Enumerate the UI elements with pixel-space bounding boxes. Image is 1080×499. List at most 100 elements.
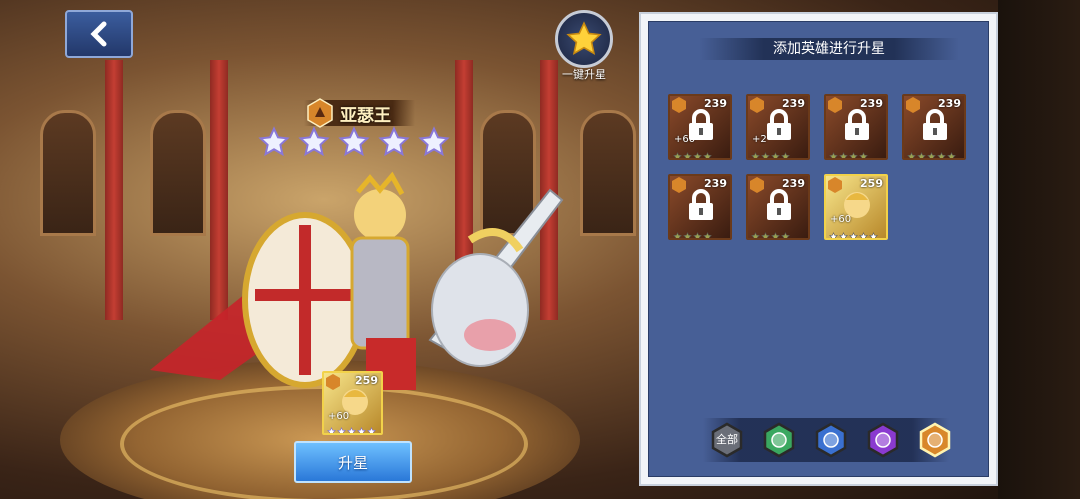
star-icon [683,232,692,238]
hero-tile: 259 +60 [824,174,888,240]
star-icon [703,152,712,158]
hero-card-tile: 259 +60 [322,371,383,435]
hero-star-icon [338,126,370,157]
star-icon [781,152,790,158]
star-icon [771,232,780,238]
selected-hero-card[interactable]: 259 +60 [322,371,383,435]
hero-material-slot[interactable]: 239 [824,94,888,160]
tile-star [693,146,702,158]
filter-all-label: 全部 [716,433,738,446]
hero-tile: 239 [668,174,732,240]
filter-fire-faction-button[interactable] [917,422,953,458]
hero-material-slot[interactable]: 239 +60 [668,94,732,160]
star-icon [781,232,790,238]
hero-material-slot[interactable]: 239 [902,94,966,160]
back-button[interactable] [65,10,133,58]
star-icon [859,152,868,158]
lock-icon [767,189,791,220]
tile-star [839,146,848,158]
tile-star [771,226,780,238]
hero-star-icon [298,126,330,157]
tile-star [907,146,916,158]
filter-water-faction-button[interactable] [813,422,849,458]
hero-tile-stars [829,226,883,238]
hero-card-stars [327,421,378,433]
tile-star [849,226,858,238]
tile-star [869,226,878,238]
water-faction-icon [815,422,847,458]
star-icon [703,232,712,238]
pillar [105,60,123,320]
hero-tile-stars [673,226,727,238]
lock-icon [923,109,947,140]
tile-star [937,146,946,158]
material-panel: 添加英雄进行升星 239 +60 239 +2 239 239 239 239 259 +60 全… [639,12,998,486]
hero-level: 259 [860,177,883,190]
star-icon [693,232,702,238]
tile-star [703,226,712,238]
card-star [347,421,356,433]
arch [40,110,96,236]
filter-all-button[interactable]: 全部 [709,422,745,458]
card-star [367,421,376,433]
star-icon [327,427,336,433]
hero-star-icon [378,126,410,157]
star-icon [947,152,956,158]
tile-star [683,226,692,238]
upgrade-star-button[interactable]: 升星 [294,441,412,483]
tile-star [781,226,790,238]
star-icon [849,232,858,238]
tile-star [673,226,682,238]
hero-tile-stars [673,146,727,158]
hero-material-slot[interactable]: 239 [668,174,732,240]
hero-star-icon [258,126,290,157]
star-icon [751,232,760,238]
hero-tile: 239 +2 [746,94,810,160]
one-key-upgrade-label: 一键升星 [562,68,606,81]
star-icon [357,427,366,433]
hero-tile: 239 [824,94,888,160]
hero-portrait [844,192,870,218]
dark-faction-icon [867,422,899,458]
tile-star [927,146,936,158]
fire-faction-icon [919,422,951,458]
card-star [327,421,336,433]
lock-icon [689,109,713,140]
lock-icon [845,109,869,140]
tile-star [829,226,838,238]
star-icon [829,232,838,238]
hero-tile-stars [751,146,805,158]
tile-star [849,146,858,158]
hero-material-slot[interactable]: 259 +60 [824,174,888,240]
hero-card-level: 259 [355,374,378,387]
tile-star [751,146,760,158]
fire-faction-icon [750,177,764,193]
hero-tile: 239 [902,94,966,160]
star-icon [927,152,936,158]
tile-star [761,146,770,158]
filter-nature-faction-button[interactable] [761,422,797,458]
card-star [357,421,366,433]
fire-faction-icon [672,97,686,113]
gold-star-icon [566,21,602,55]
star-icon [849,152,858,158]
hero-material-slot[interactable]: 239 [746,174,810,240]
star-icon [693,152,702,158]
fire-faction-icon [307,98,333,128]
one-key-upgrade-button[interactable]: 一键升星 [552,10,616,82]
star-icon [839,232,848,238]
one-key-star-badge [555,10,613,68]
hero-tile-stars [829,146,883,158]
material-panel-inner: 添加英雄进行升星 239 +60 239 +2 239 239 239 239 259 +60 全… [648,21,989,477]
star-icon [859,232,868,238]
lock-icon [767,109,791,140]
fire-faction-icon [828,97,842,113]
hero-name-plate: 亚瑟王 [304,98,415,128]
hero-tile: 239 [746,174,810,240]
tile-star [859,226,868,238]
filter-dark-faction-button[interactable] [865,422,901,458]
hero-material-grid: 239 +60 239 +2 239 239 239 239 259 +60 [668,94,966,240]
hero-material-slot[interactable]: 239 +2 [746,94,810,160]
tile-star [751,226,760,238]
tile-star [703,146,712,158]
